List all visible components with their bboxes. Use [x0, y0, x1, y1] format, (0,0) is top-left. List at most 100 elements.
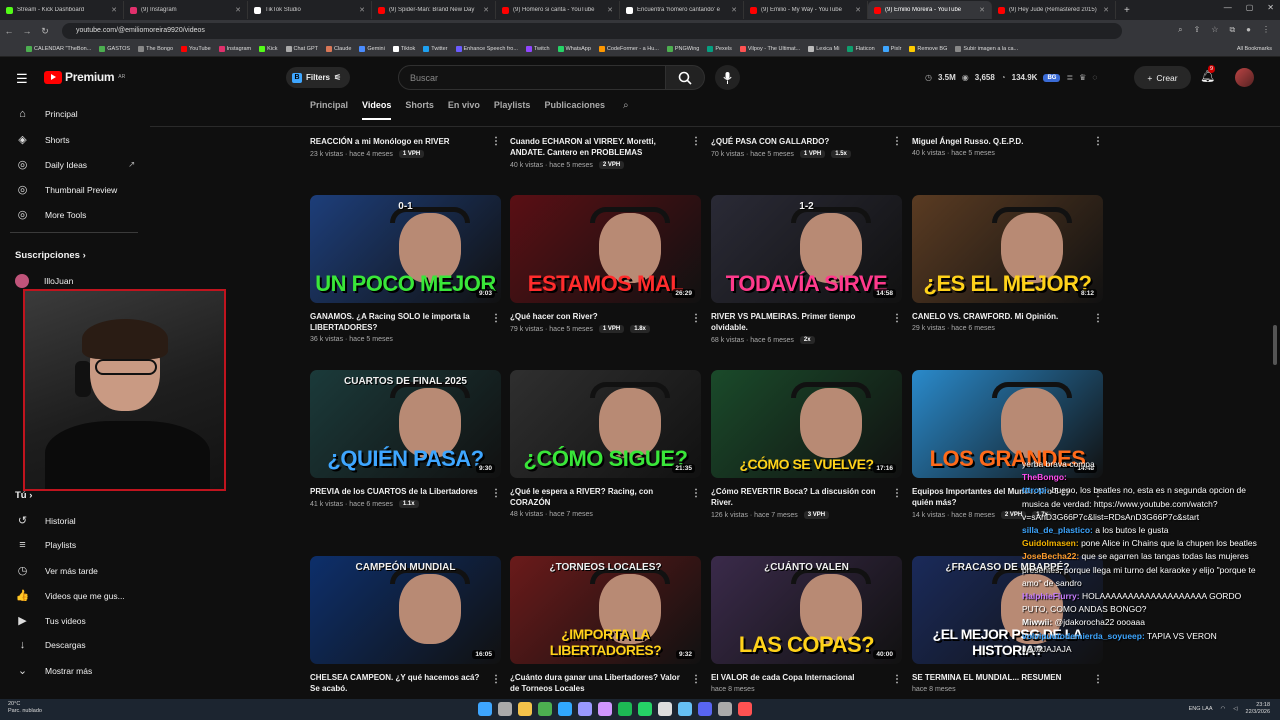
video-card[interactable]: Miguel Ángel Russo. Q.E.P.D. ⋮ 40 k vistas… — [912, 136, 1103, 157]
sidebar-item-historial[interactable]: ↺ Historial — [15, 514, 76, 527]
close-icon[interactable]: ✕ — [1267, 3, 1274, 12]
video-thumbnail[interactable]: ¿ES EL MEJOR? 8:12 — [912, 195, 1103, 303]
url-input[interactable]: youtube.com/@emiliomoreira9920/videos — [62, 23, 1122, 39]
video-card[interactable]: REACCIÓN a mi Monólogo en RIVER ⋮ 23 k vis… — [310, 136, 501, 158]
subscription-item[interactable]: IlloJuan — [15, 274, 73, 288]
browser-tab[interactable]: (9) Homero si canta - YouTube ✕ — [496, 1, 620, 19]
tab-publicaciones[interactable]: Publicaciones — [544, 100, 605, 120]
sidebar-item-tus-videos[interactable]: ▶ Tus videos — [15, 614, 86, 627]
extensions-icon[interactable]: ⧉ — [1229, 25, 1235, 35]
video-thumbnail[interactable]: ¿CÓMO SE VUELVE? 17:16 — [711, 370, 902, 478]
bookmark-item[interactable]: GASTOS — [99, 46, 130, 52]
bookmark-item[interactable]: Instagram — [218, 46, 251, 52]
bookmark-item[interactable]: Flaticon — [847, 46, 875, 52]
bookmark-item[interactable]: Remove BG — [909, 46, 947, 52]
volume-icon[interactable]: ◁ — [1233, 706, 1237, 713]
back-icon[interactable]: ← — [0, 26, 18, 36]
star-icon[interactable]: ☆ — [1211, 25, 1218, 35]
video-card[interactable]: CAMPEÓN MUNDIAL 16:05 CHELSEA CAMPEON. ¿Y … — [310, 556, 501, 697]
video-title[interactable]: REACCIÓN a mi Monólogo en RIVER — [310, 136, 485, 147]
more-options-icon[interactable]: ⋮ — [1093, 313, 1103, 324]
browser-tab[interactable]: (9) Emilio Moreira - YouTube ✕ — [868, 1, 992, 19]
sidebar-item-daily-ideas[interactable]: ◎ Daily Ideas ↗ — [15, 158, 136, 171]
discord-icon[interactable] — [698, 702, 712, 716]
subscriptions-title[interactable]: Suscripciones › — [15, 250, 86, 261]
you-section-title[interactable]: Tú › — [15, 490, 32, 501]
video-title[interactable]: ¿Qué le espera a RIVER? Racing, con CORA… — [510, 486, 685, 508]
video-title[interactable]: ¿Cómo REVERTIR Boca? La discusión con Ri… — [711, 486, 886, 508]
video-card[interactable]: ¿ES EL MEJOR? 8:12 CANELO VS. CRAWFORD. Mi… — [912, 195, 1103, 332]
photoshop-icon[interactable] — [558, 702, 572, 716]
search-input[interactable]: Buscar — [398, 65, 666, 90]
more-options-icon[interactable]: ⋮ — [491, 674, 501, 685]
browser-tab[interactable]: (9) Instagram ✕ — [124, 1, 248, 19]
tab-close-icon[interactable]: ✕ — [855, 6, 861, 14]
bookmark-item[interactable]: Subir imagen a la ca... — [955, 46, 1018, 52]
bookmark-item[interactable]: Twitch — [525, 46, 550, 52]
bookmark-item[interactable]: Tiktok — [392, 46, 415, 52]
video-title[interactable]: Miguel Ángel Russo. Q.E.P.D. — [912, 136, 1087, 147]
more-options-icon[interactable]: ⋮ — [892, 488, 902, 499]
more-options-icon[interactable]: ⋮ — [491, 136, 501, 147]
voice-search-button[interactable] — [715, 65, 740, 90]
tab-close-icon[interactable]: ✕ — [483, 6, 489, 14]
video-title[interactable]: RIVER VS PALMEIRAS. Primer tiempo olvida… — [711, 311, 886, 333]
bookmark-item[interactable]: The Bongo — [138, 46, 173, 52]
windows-start-icon[interactable] — [478, 702, 492, 716]
obs-icon[interactable] — [658, 702, 672, 716]
whatsapp-icon[interactable] — [638, 702, 652, 716]
app-icon[interactable] — [738, 702, 752, 716]
bookmark-item[interactable]: PNGWing — [666, 46, 699, 52]
page-scrollbar[interactable] — [1273, 325, 1277, 365]
bookmark-item[interactable]: CodeFormer - a Hu... — [598, 46, 659, 52]
sidebar-item-more-tools[interactable]: ◎ More Tools — [15, 208, 87, 221]
browser-tab[interactable]: (9) Emilio - My Way - YouTube ✕ — [744, 1, 868, 19]
video-title[interactable]: GANAMOS. ¿A Racing SOLO le importa la LI… — [310, 311, 485, 333]
browser-tab[interactable]: (9) Hey Jude (Remastered 2015) ✕ — [992, 1, 1116, 19]
trophy-icon[interactable]: ♛ — [1079, 73, 1086, 82]
new-tab-button[interactable]: + — [1124, 5, 1130, 16]
bookmark-item[interactable]: Chat GPT — [285, 46, 318, 52]
video-card[interactable]: Cuando ECHARON al VIRREY. Moretti, ANDAT… — [510, 136, 701, 169]
bookmark-item[interactable]: CALENDAR "TheBon... — [26, 46, 91, 52]
more-options-icon[interactable]: ⋮ — [892, 674, 902, 685]
more-options-icon[interactable]: ⋮ — [1093, 136, 1103, 147]
tab-close-icon[interactable]: ✕ — [359, 6, 365, 14]
after-effects-icon[interactable] — [598, 702, 612, 716]
video-title[interactable]: ¿Qué hacer con River? — [510, 311, 685, 322]
video-card[interactable]: ESTAMOS MAL 26:29 ¿Qué hacer con River? ⋮ 79… — [510, 195, 701, 333]
maximize-icon[interactable]: ▢ — [1246, 3, 1254, 12]
tab-shorts[interactable]: Shorts — [405, 100, 434, 120]
more-options-icon[interactable]: ⋮ — [491, 488, 501, 499]
video-thumbnail[interactable]: ¿CÓMO SIGUE? 21:35 — [510, 370, 701, 478]
search-button[interactable] — [665, 65, 705, 90]
bookmark-item[interactable]: Gemini — [359, 46, 385, 52]
sidebar-item-descargas[interactable]: ↓ Descargas — [15, 639, 86, 651]
forward-icon[interactable]: → — [18, 26, 36, 36]
more-options-icon[interactable]: ⋮ — [691, 488, 701, 499]
bookmark-item[interactable]: Kick — [259, 46, 278, 52]
ext-tag[interactable]: BG — [1043, 73, 1061, 82]
tab-close-icon[interactable]: ✕ — [1103, 6, 1109, 14]
all-bookmarks[interactable]: All Bookmarks — [1237, 46, 1272, 52]
more-options-icon[interactable]: ⋮ — [691, 674, 701, 685]
language-indicator[interactable]: ENG LAA — [1189, 706, 1213, 713]
profile-icon[interactable]: ● — [1246, 25, 1251, 35]
video-thumbnail[interactable]: 0-1 UN POCO MEJOR 9:03 — [310, 195, 501, 303]
more-options-icon[interactable]: ⋮ — [491, 313, 501, 324]
video-title[interactable]: Cuando ECHARON al VIRREY. Moretti, ANDAT… — [510, 136, 685, 158]
video-thumbnail[interactable]: ESTAMOS MAL 26:29 — [510, 195, 701, 303]
channel-search-icon[interactable]: ⌕ — [623, 100, 629, 120]
filters-button[interactable]: B Filters ⚟ — [286, 67, 350, 88]
premiere-icon[interactable] — [578, 702, 592, 716]
sidebar-item-playlists[interactable]: ≡ Playlists — [15, 539, 76, 551]
clock-date[interactable]: 22/3/2026 — [1246, 709, 1270, 716]
more-options-icon[interactable]: ⋮ — [892, 313, 902, 324]
more-options-icon[interactable]: ⋮ — [691, 313, 701, 324]
avatar[interactable] — [1235, 68, 1254, 87]
zoom-icon[interactable]: ⌕ — [1178, 25, 1182, 35]
sidebar-item-principal[interactable]: ⌂ Principal — [15, 108, 77, 120]
tab-close-icon[interactable]: ✕ — [111, 6, 117, 14]
tab-close-icon[interactable]: ✕ — [731, 6, 737, 14]
create-button[interactable]: + Crear — [1134, 66, 1191, 89]
